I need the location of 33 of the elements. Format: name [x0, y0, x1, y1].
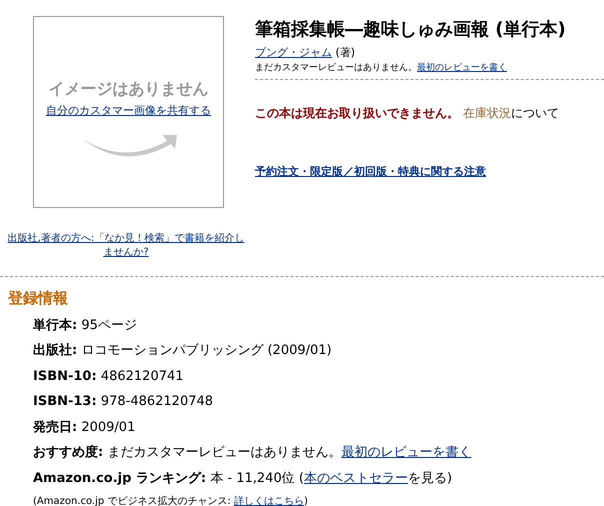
- detail-label: 発売日:: [33, 420, 78, 434]
- write-review-link[interactable]: 最初のレビューを書く: [417, 62, 507, 72]
- detail-value: 95ページ: [81, 318, 137, 332]
- detail-link[interactable]: 本のベストセラー: [304, 470, 408, 486]
- product-title: 筆箱採集帳―趣味しゅみ画報 (単行本): [255, 18, 567, 42]
- no-image-text: イメージはありません: [48, 78, 210, 100]
- author-link[interactable]: ブング・ジャム: [255, 46, 332, 59]
- section-heading: 登録情報: [8, 288, 69, 309]
- detail-value: まだカスタマーレビューはありません。: [107, 445, 342, 460]
- detail-value: 4862120741: [100, 368, 184, 384]
- detail-value: 本 - 11,240位 (: [210, 470, 304, 486]
- business-note: ): [304, 496, 308, 506]
- detail-label: おすすめ度:: [33, 445, 104, 460]
- detail-value: ロコモーションパブリッシング (2009/01): [81, 343, 332, 358]
- detail-label: ISBN-10:: [33, 368, 97, 384]
- review-status: まだカスタマーレビューはありません。: [255, 62, 417, 72]
- detail-value: を見る): [408, 470, 452, 486]
- stock-status-link[interactable]: 在庫状況: [462, 106, 511, 120]
- publisher-link[interactable]: 出版社,著者の方へ:「なか見！検索」で書籍を紹介しませんか?: [6, 232, 246, 260]
- business-note: (Amazon.co.jp でビジネス拡大のチャンス:: [33, 496, 232, 506]
- preorder-notice-link[interactable]: 予約注文・限定版／初回版・特典に関する注意: [255, 165, 486, 178]
- detail-value: 978-4862120748: [100, 394, 214, 409]
- detail-value: 2009/01: [81, 420, 136, 434]
- detail-label: Amazon.co.jp ランキング:: [33, 470, 206, 486]
- detail-label: ISBN-13:: [33, 394, 97, 409]
- author-role: (著): [336, 46, 356, 59]
- unavailable-message: この本は現在お取り扱いできません。: [255, 106, 459, 120]
- stock-status-text: について: [510, 106, 559, 120]
- detail-label: 出版社:: [33, 343, 78, 358]
- detail-link[interactable]: 最初のレビューを書く: [341, 445, 472, 460]
- share-image-link[interactable]: 自分のカスタマー画像を共有する: [46, 104, 211, 117]
- details-link[interactable]: 詳しくはこちら: [234, 496, 304, 506]
- detail-label: 単行本:: [33, 318, 78, 332]
